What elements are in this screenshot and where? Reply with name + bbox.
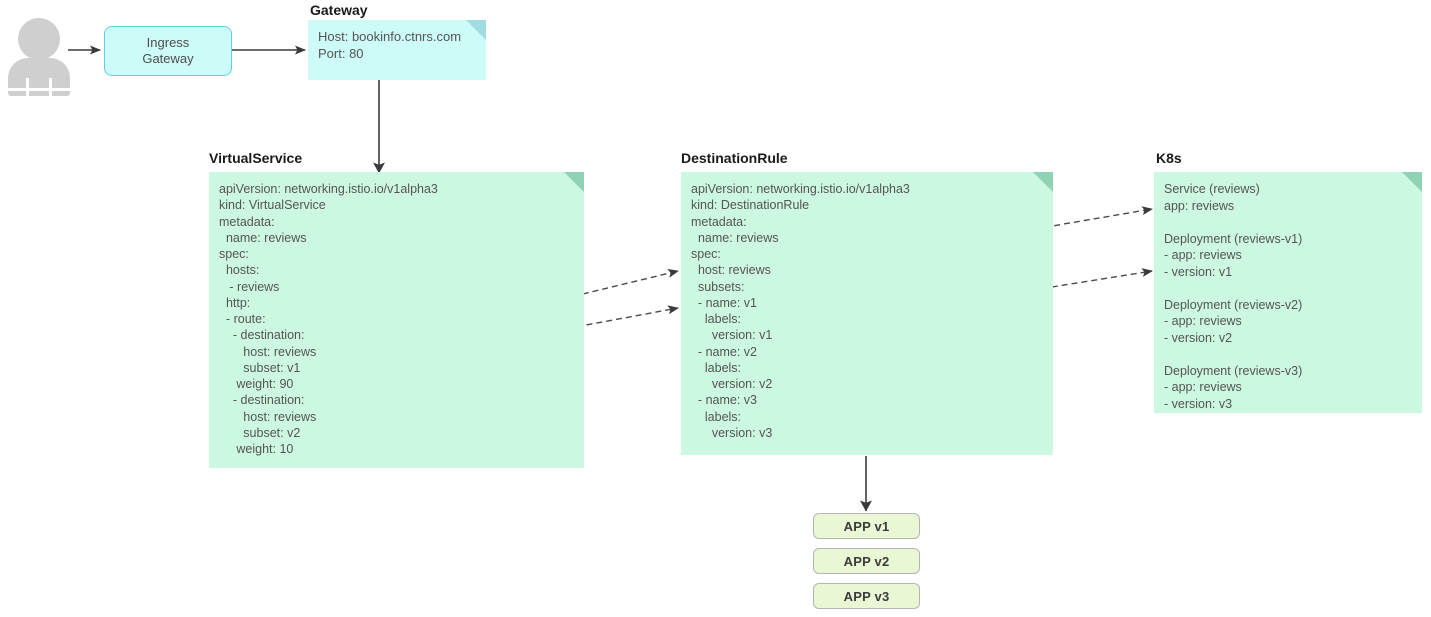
app-v3-chip[interactable]: APP v3 — [813, 583, 920, 609]
app-v1-chip[interactable]: APP v1 — [813, 513, 920, 539]
actor-leg-left — [26, 78, 29, 96]
actor-head-icon — [18, 18, 60, 60]
ingress-gateway-label: Ingress Gateway — [142, 35, 193, 68]
user-actor — [6, 8, 72, 96]
app-v3-label: APP v3 — [843, 588, 890, 604]
actor-leg-right — [49, 78, 52, 96]
app-v1-label: APP v1 — [843, 518, 890, 534]
app-v2-chip[interactable]: APP v2 — [813, 548, 920, 574]
virtualservice-note-body: apiVersion: networking.istio.io/v1alpha3… — [219, 182, 438, 456]
ingress-gateway-node[interactable]: Ingress Gateway — [104, 26, 232, 76]
virtualservice-title: VirtualService — [209, 150, 303, 166]
destinationrule-note[interactable]: apiVersion: networking.istio.io/v1alpha3… — [681, 172, 1053, 455]
virtualservice-note[interactable]: apiVersion: networking.istio.io/v1alpha3… — [209, 172, 584, 468]
ingress-gateway-label-line1: Ingress — [146, 34, 190, 50]
gateway-note-body: Host: bookinfo.ctnrs.com Port: 80 — [318, 29, 462, 61]
diagram-canvas: Ingress Gateway Gateway Host: bookinfo.c… — [0, 0, 1431, 617]
gateway-note[interactable]: Host: bookinfo.ctnrs.com Port: 80 — [308, 20, 486, 80]
ingress-gateway-label-line2: Gateway — [142, 51, 194, 66]
k8s-note-body: Service (reviews) app: reviews Deploymen… — [1164, 182, 1303, 411]
k8s-title: K8s — [1156, 150, 1182, 166]
gateway-title: Gateway — [310, 2, 368, 18]
app-v2-label: APP v2 — [843, 553, 890, 569]
destinationrule-title: DestinationRule — [681, 150, 788, 166]
k8s-note[interactable]: Service (reviews) app: reviews Deploymen… — [1154, 172, 1422, 413]
destinationrule-note-body: apiVersion: networking.istio.io/v1alpha3… — [691, 182, 910, 440]
actor-foot-gap — [8, 88, 70, 91]
